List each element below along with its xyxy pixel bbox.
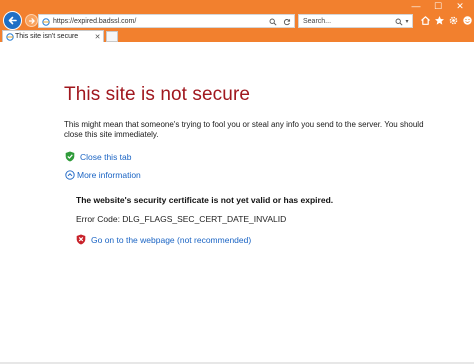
search-glass-icon[interactable] <box>268 17 277 26</box>
refresh-icon[interactable] <box>282 17 291 26</box>
tab-current[interactable]: This site isn't secure ✕ <box>2 30 104 42</box>
close-tab-link[interactable]: Close this tab <box>65 151 132 162</box>
close-window-icon[interactable]: ✕ <box>450 0 470 12</box>
warning-description: This might mean that someone's trying to… <box>64 120 424 139</box>
green-shield-icon <box>65 151 75 162</box>
forward-icon <box>28 17 35 24</box>
certificate-error-title: The website's security certificate is no… <box>76 195 334 205</box>
error-code: Error Code: DLG_FLAGS_SEC_CERT_DATE_INVA… <box>76 214 287 224</box>
favorites-star-icon[interactable] <box>432 13 446 27</box>
address-bar[interactable]: https://expired.badssl.com/ <box>38 14 295 28</box>
new-tab-button[interactable] <box>106 31 118 42</box>
page-title: This site is not secure <box>64 84 251 105</box>
chevron-circle-icon <box>65 170 75 180</box>
browser-toolbar: — ☐ ✕ https://expired.badssl.com/ Search… <box>0 0 474 30</box>
search-placeholder: Search... <box>303 18 332 25</box>
search-box[interactable]: Search... ▾ <box>298 14 413 28</box>
dropdown-chevron-icon[interactable]: ▾ <box>403 17 411 26</box>
maximize-icon[interactable]: ☐ <box>428 0 448 12</box>
settings-gear-icon[interactable] <box>446 13 460 27</box>
proceed-label[interactable]: Go on to the webpage (not recommended) <box>91 235 251 245</box>
page-icon <box>41 17 50 26</box>
tab-title: This site isn't secure <box>15 33 79 40</box>
tab-strip: This site isn't secure ✕ <box>0 30 474 42</box>
tab-close-icon[interactable]: ✕ <box>93 32 102 41</box>
forward-button[interactable] <box>25 14 38 27</box>
close-tab-label[interactable]: Close this tab <box>80 152 132 162</box>
more-information-toggle[interactable]: More information <box>65 170 141 180</box>
back-icon <box>8 16 17 25</box>
page-icon <box>5 32 14 41</box>
smiley-icon[interactable] <box>460 13 474 27</box>
address-text: https://expired.badssl.com/ <box>53 18 137 25</box>
proceed-link[interactable]: Go on to the webpage (not recommended) <box>76 234 251 245</box>
red-shield-icon <box>76 234 86 245</box>
more-information-label[interactable]: More information <box>77 170 141 180</box>
minimize-icon[interactable]: — <box>406 0 426 12</box>
search-glass-icon[interactable] <box>394 17 403 26</box>
back-button[interactable] <box>3 11 22 30</box>
home-icon[interactable] <box>418 13 432 27</box>
